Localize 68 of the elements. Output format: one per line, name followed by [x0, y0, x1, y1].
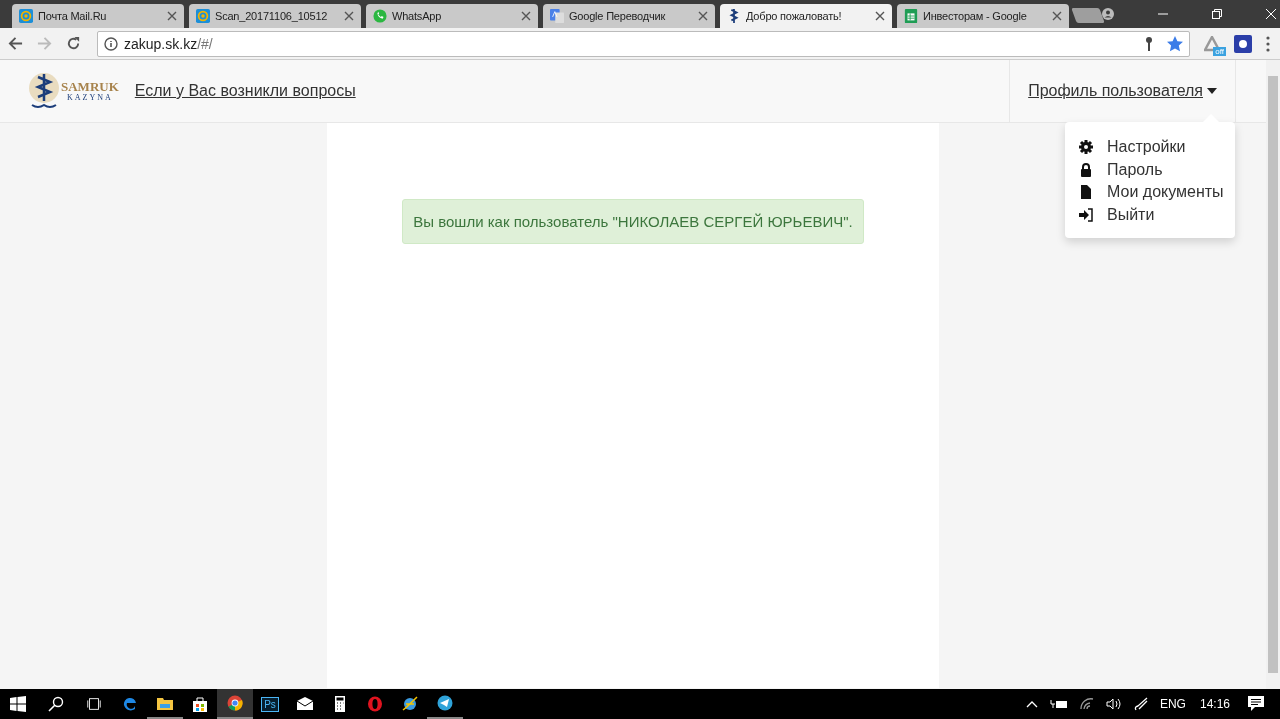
calculator-icon	[332, 696, 348, 712]
wifi-icon[interactable]	[1079, 698, 1094, 710]
bird-logo-icon	[727, 9, 741, 23]
extension-badge: off	[1213, 46, 1226, 56]
envelope-icon	[297, 696, 313, 712]
battery-icon[interactable]	[1049, 699, 1068, 709]
chrome-icon	[227, 695, 243, 711]
browser-tab[interactable]: Инвесторам - Google	[897, 4, 1069, 28]
restore-icon[interactable]	[1212, 9, 1222, 19]
tab-title: Добро пожаловать!	[746, 10, 843, 22]
company-logo[interactable]: SAMRUK KAZYNA	[28, 71, 119, 111]
tab-title: Почта Mail.Ru	[38, 10, 108, 22]
key-icon[interactable]	[1145, 36, 1153, 51]
lock-icon	[1079, 162, 1093, 177]
browser-e-icon	[402, 696, 418, 712]
browser-tab[interactable]: WhatsApp	[366, 4, 538, 28]
extension-icon[interactable]	[1234, 34, 1252, 53]
browser-tab[interactable]: Google Переводчик	[543, 4, 715, 28]
spreadsheet-icon	[904, 9, 918, 23]
browser-tab[interactable]: Добро пожаловать!	[720, 4, 892, 28]
translate-icon	[550, 9, 564, 23]
back-arrow-icon[interactable]	[8, 36, 23, 51]
file-icon	[1079, 185, 1093, 200]
browser-e-icon	[122, 696, 138, 712]
reload-icon[interactable]	[66, 36, 81, 51]
taskbar-app[interactable]: Ps	[252, 689, 288, 719]
menu-icon[interactable]	[1266, 35, 1270, 52]
user-icon[interactable]	[1102, 8, 1114, 20]
notification-icon[interactable]	[1248, 696, 1264, 712]
info-icon	[104, 36, 118, 51]
menu-item[interactable]: Выйти	[1065, 203, 1235, 226]
chevron-up-icon[interactable]	[1025, 700, 1038, 708]
help-link[interactable]: Если у Вас возникли вопросы	[134, 82, 356, 100]
language-indicator[interactable]: ENG	[1159, 697, 1186, 711]
paper-plane-icon	[437, 695, 453, 711]
star-icon[interactable]	[1167, 35, 1183, 52]
browser-tab[interactable]: Почта Mail.Ru	[12, 4, 184, 28]
shopping-bag-icon	[192, 696, 208, 712]
clock[interactable]: 14:16	[1199, 697, 1230, 711]
folder-icon	[157, 695, 173, 711]
at-sign-icon	[196, 9, 210, 23]
caret-icon	[1207, 88, 1217, 94]
chat-bubble-icon	[373, 9, 387, 23]
tab-title: Scan_20171106_10512	[215, 10, 329, 22]
menu-item[interactable]: Мои документы	[1065, 181, 1235, 204]
new-tab-button[interactable]	[1071, 8, 1105, 23]
taskbar-app[interactable]	[217, 689, 253, 719]
tab-title: Google Переводчик	[569, 10, 667, 22]
address-bar[interactable]: zakup.sk.kz/#/	[97, 30, 1190, 57]
menu-item[interactable]: Пароль	[1065, 158, 1235, 181]
success-alert: Вы вошли как пользователь "НИКОЛАЕВ СЕРГЕЙ ЮРЬЕВИЧ".	[402, 199, 864, 244]
at-sign-icon	[19, 9, 33, 23]
opera-icon	[367, 696, 383, 712]
browser-tab[interactable]: Scan_20171106_10512	[189, 4, 361, 28]
start-icon[interactable]	[10, 696, 26, 712]
tab-title: Инвесторам - Google	[923, 10, 1028, 22]
sign-in-icon	[1079, 207, 1093, 222]
settings-icon	[1079, 140, 1093, 155]
search-icon[interactable]	[48, 696, 64, 712]
app-label: Ps	[261, 696, 279, 712]
pen-icon[interactable]	[1133, 697, 1148, 711]
scrollbar[interactable]	[1266, 60, 1280, 689]
task-view-icon[interactable]	[86, 696, 102, 712]
speaker-icon[interactable]	[1105, 698, 1122, 710]
close-icon[interactable]	[875, 11, 885, 21]
profile-menu-link[interactable]: Профиль пользователя	[1028, 82, 1217, 100]
tab-title: WhatsApp	[392, 10, 443, 22]
menu-item[interactable]: Настройки	[1065, 136, 1235, 159]
